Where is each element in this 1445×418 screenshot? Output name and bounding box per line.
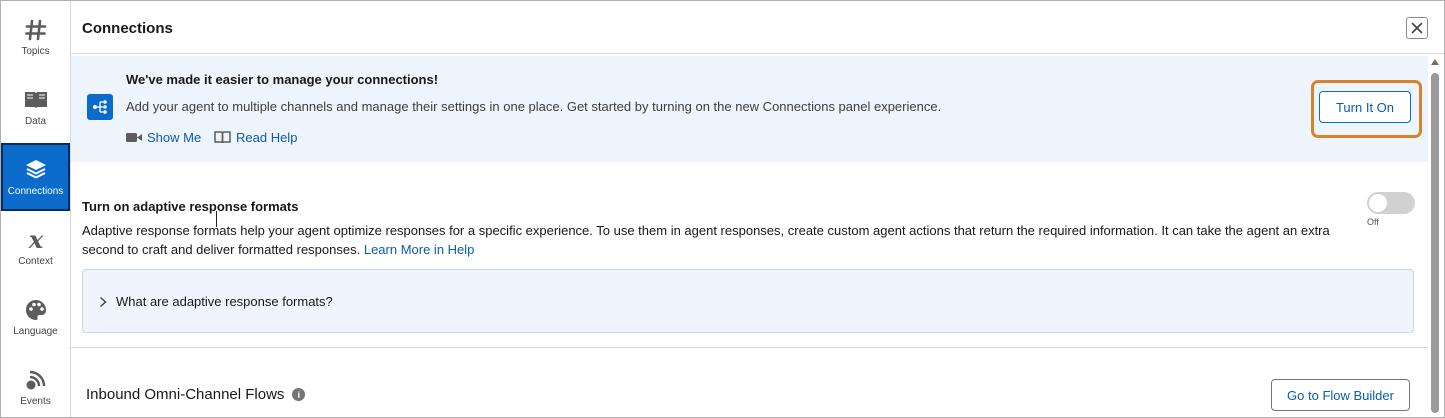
adaptive-formats-toggle[interactable] (1367, 192, 1415, 214)
adaptive-section-title: Turn on adaptive response formats (82, 199, 299, 214)
adaptive-section-description: Adaptive response formats help your agen… (82, 221, 1352, 259)
chevron-right-icon (99, 295, 107, 313)
sidebar-item-language[interactable]: Language (1, 283, 70, 351)
connections-flow-icon (87, 94, 113, 120)
video-camera-icon (126, 132, 142, 143)
panel-header: Connections (71, 1, 1444, 54)
sidebar-item-label: Topics (21, 46, 50, 57)
sidebar-item-label: Language (13, 326, 58, 337)
banner-title: We've made it easier to manage your conn… (126, 72, 439, 87)
show-me-link[interactable]: Show Me (126, 130, 201, 145)
sidebar-item-events[interactable]: Events (1, 353, 70, 417)
sidebar-item-context[interactable]: x Context (1, 213, 70, 281)
scrollbar-thumb[interactable] (1431, 73, 1439, 413)
signal-icon (23, 367, 49, 393)
sidebar-item-data[interactable]: Data (1, 73, 70, 141)
sidebar-item-topics[interactable]: Topics (1, 3, 70, 71)
sidebar-item-label: Context (18, 256, 53, 267)
text-cursor (216, 211, 217, 227)
go-to-flow-builder-button[interactable]: Go to Flow Builder (1271, 379, 1410, 411)
adaptive-formats-accordion[interactable]: What are adaptive response formats? (82, 269, 1414, 333)
variable-x-icon: x (23, 227, 49, 253)
connections-window: Topics Data Connections x Context Langua… (0, 0, 1445, 418)
accordion-label: What are adaptive response formats? (116, 294, 333, 309)
toggle-state-label: Off (1367, 217, 1379, 227)
book-icon (23, 87, 49, 113)
read-help-link[interactable]: Read Help (214, 130, 297, 145)
adaptive-description-text: Adaptive response formats help your agen… (82, 223, 1330, 257)
read-help-label: Read Help (236, 130, 298, 145)
section-divider (71, 347, 1428, 348)
banner-description: Add your agent to multiple channels and … (126, 99, 942, 114)
sidebar-item-label: Events (20, 396, 51, 407)
close-button[interactable] (1406, 17, 1428, 39)
hash-icon (23, 17, 49, 43)
sidebar-item-connections[interactable]: Connections (1, 143, 70, 211)
main-panel: Connections We've made it easier to mana… (71, 1, 1444, 417)
page-title: Connections (82, 20, 173, 37)
vertical-scrollbar[interactable] (1429, 57, 1441, 417)
sidebar-item-label: Data (24, 116, 47, 127)
left-sidebar: Topics Data Connections x Context Langua… (1, 1, 71, 417)
show-me-label: Show Me (147, 130, 202, 145)
connections-banner: We've made it easier to manage your conn… (71, 56, 1428, 162)
close-icon (1411, 22, 1423, 34)
turn-it-on-button[interactable]: Turn It On (1319, 91, 1411, 123)
palette-icon (23, 297, 49, 323)
toggle-knob (1369, 194, 1387, 212)
book-icon (214, 131, 231, 144)
layers-icon (23, 157, 49, 183)
flows-section-title: Inbound Omni-Channel Flows i (86, 386, 306, 403)
svg-text:x: x (27, 228, 43, 252)
info-icon[interactable]: i (292, 388, 306, 401)
learn-more-link[interactable]: Learn More in Help (364, 242, 475, 257)
flows-title-text: Inbound Omni-Channel Flows (86, 386, 285, 403)
scroll-up-arrow-icon[interactable] (1431, 59, 1439, 65)
sidebar-item-label: Connections (7, 186, 64, 197)
